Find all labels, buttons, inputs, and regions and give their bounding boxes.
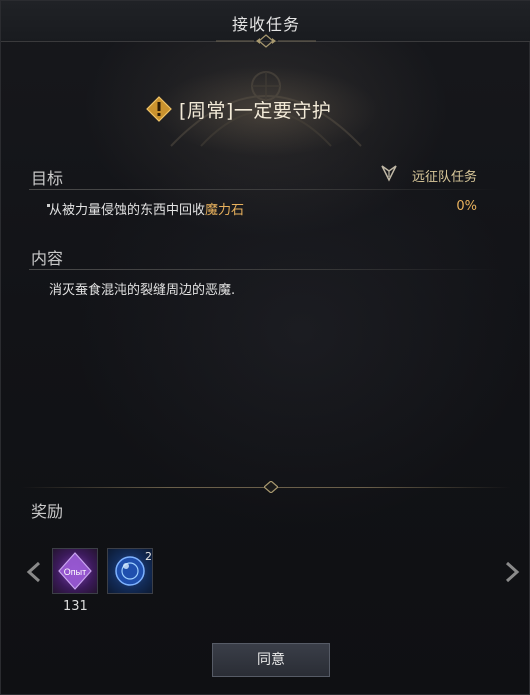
window-title: 接收任务 (231, 15, 300, 34)
objective-highlight-item: 魔力石 (205, 203, 245, 218)
objective-divider (29, 189, 499, 190)
reward-orb-badge: 2 (145, 550, 152, 563)
expedition-crest-icon (381, 165, 397, 182)
rewards-section-label: 奖励 (31, 502, 64, 521)
divider-gem-icon (264, 481, 278, 493)
objective-text: 从被力量侵蚀的东西中回收魔力石 (49, 199, 244, 218)
accept-button[interactable]: 同意 (212, 643, 330, 677)
content-text: 消灭蚕食混沌的裂缝周边的恶魔. (49, 283, 236, 298)
reward-item-exp[interactable]: Опыт (52, 548, 98, 594)
quest-title: [周常]一定要守护 (179, 100, 332, 122)
objective-progress: 0% (456, 199, 477, 214)
content-divider (29, 269, 499, 270)
objective-section-label: 目标 (31, 169, 64, 188)
expedition-quest-tag: 远征队任务 (411, 170, 477, 185)
reward-exp-count: 131 (63, 599, 88, 614)
title-ornament-icon (216, 34, 316, 48)
rewards-prev-arrow-icon[interactable] (25, 561, 43, 583)
reward-exp-label: Опыт (64, 567, 86, 577)
title-bar[interactable]: 接收任务 (1, 1, 530, 48)
exclamation-quest-icon (146, 96, 172, 122)
content-section-label: 内容 (31, 249, 64, 268)
purple-exp-crystal-icon: Опыт (58, 552, 92, 590)
objective-text-prefix: 从被力量侵蚀的东西中回收 (49, 203, 206, 218)
quest-accept-window: 接收任务 [周常]一定要守护 目标 远征队任务 从被力量侵蚀的东西中回收魔力石 … (0, 0, 530, 695)
rewards-next-arrow-icon[interactable] (503, 561, 521, 583)
